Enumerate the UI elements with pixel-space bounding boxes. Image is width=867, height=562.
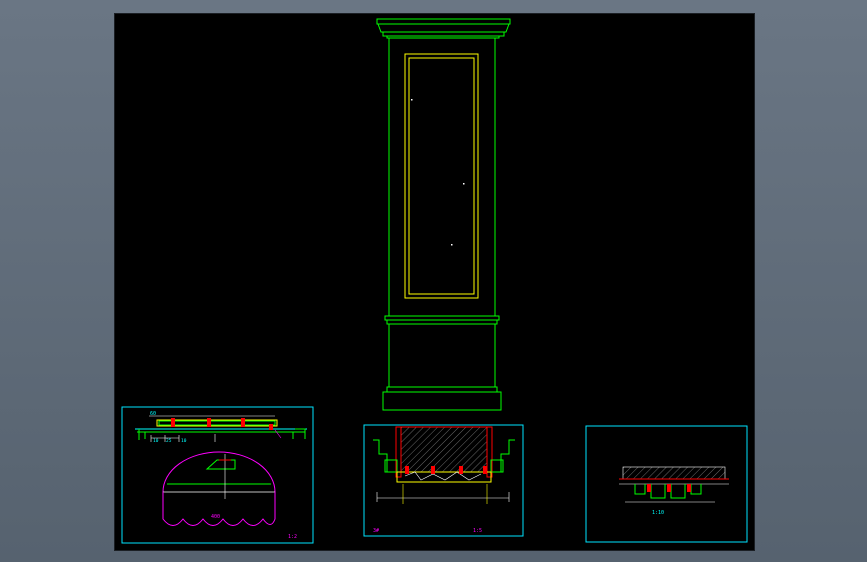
detail-3-caption: 1:10 (652, 510, 664, 516)
detail-3-panel: 1:10 (585, 425, 748, 543)
detail-2-caption-right: 1:5 (473, 528, 482, 534)
detail-1-caption: 1:2 (288, 534, 297, 540)
detail-3-section (619, 466, 729, 503)
detail-2-panel: 3# 1:5 (363, 424, 524, 537)
drawing-canvas[interactable]: 60 10 25 10 400 1:2 3# 1:5 1:10 (114, 13, 755, 551)
detail-2-section (373, 426, 515, 504)
column-capital (376, 18, 511, 39)
cad-drawing: 60 10 25 10 400 1:2 3# 1:5 1:10 (121, 18, 748, 544)
cad-viewport[interactable]: 60 10 25 10 400 1:2 3# 1:5 1:10 (0, 0, 867, 562)
column-base (382, 315, 502, 411)
detail-1-dim-top: 60 (150, 411, 156, 417)
detail-1-frame (121, 406, 314, 544)
detail-1-section (135, 415, 307, 440)
reference-points (411, 99, 465, 246)
detail-1-arc-label: 400 (211, 514, 220, 520)
column-panel (404, 53, 479, 299)
detail-3-red-marks (647, 484, 691, 492)
detail-1-dim-a: 10 (153, 438, 159, 444)
detail-1-dim-b: 25 (166, 438, 172, 444)
detail-1-panel: 60 10 25 10 400 1:2 (121, 406, 314, 544)
detail-1-dim-c: 10 (181, 438, 187, 444)
column-elevation (376, 18, 511, 411)
detail-2-caption-left: 3# (373, 528, 379, 534)
